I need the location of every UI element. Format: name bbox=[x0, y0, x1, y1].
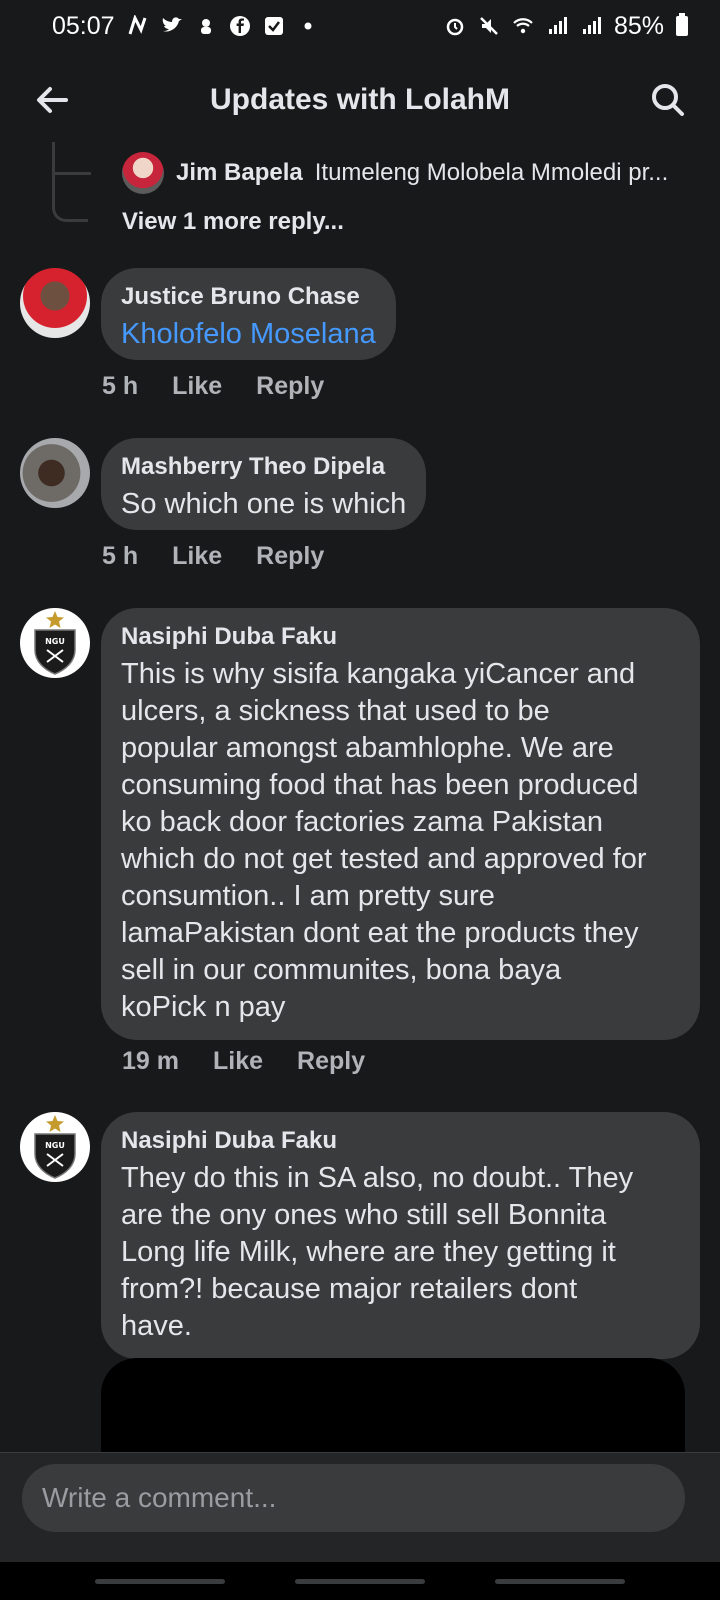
mute-icon bbox=[478, 15, 500, 37]
status-bar: 05:07 85% bbox=[0, 0, 720, 52]
wifi-icon bbox=[512, 15, 534, 37]
ngu-logo-icon: NGU bbox=[34, 611, 76, 675]
page-title: Updates with LolahM bbox=[210, 83, 510, 116]
arrow-left-icon bbox=[37, 87, 68, 113]
comment-time: 5 h bbox=[102, 372, 139, 400]
signal-icon bbox=[580, 15, 602, 37]
nested-reply-author[interactable]: Jim Bapela bbox=[176, 159, 303, 187]
nav-back-pill[interactable] bbox=[495, 1578, 625, 1584]
comment-line: consumtion.. I am pretty sure bbox=[121, 880, 495, 912]
reply-button[interactable]: Reply bbox=[297, 1047, 365, 1076]
comment-text: They do this in SA also, no doubt.. They… bbox=[121, 1160, 680, 1345]
comment-author[interactable]: Nasiphi Duba Faku bbox=[121, 622, 680, 652]
comment-text: This is why sisifa kangaka yiCancer and … bbox=[121, 656, 680, 1026]
comment-line: consuming food that has been produced bbox=[121, 769, 639, 801]
comment-text: So which one is which bbox=[121, 488, 407, 520]
comment-time: 19 m bbox=[122, 1047, 179, 1075]
comment-line: have. bbox=[121, 1310, 192, 1342]
comment-author[interactable]: Mashberry Theo Dipela bbox=[121, 452, 406, 482]
comment-bubble[interactable]: Justice Bruno Chase Kholofelo Moselana bbox=[101, 268, 396, 360]
comment-line: ulcers, a sickness that used to be bbox=[121, 695, 550, 727]
ngu-logo-icon: NGU bbox=[34, 1115, 76, 1179]
nested-reply[interactable]: Jim Bapela Itumeleng Molobela Mmoledi pr… bbox=[122, 152, 696, 194]
svg-text:NGU: NGU bbox=[45, 1141, 65, 1150]
nested-reply-text: Itumeleng Molobela Mmoledi pr... bbox=[314, 159, 669, 186]
like-button[interactable]: Like bbox=[172, 542, 222, 571]
comment-line: popular amongst abamhlophe. We are bbox=[121, 732, 614, 764]
reply-button[interactable]: Reply bbox=[256, 372, 324, 401]
mention-link[interactable]: Kholofelo Moselana bbox=[121, 316, 376, 353]
status-left: 05:07 bbox=[52, 12, 319, 41]
comment-line: They do this in SA also, no doubt.. They bbox=[121, 1162, 634, 1194]
svg-text:NGU: NGU bbox=[45, 637, 65, 646]
comment-actions: 5 h Like Reply bbox=[102, 372, 324, 401]
comment-input[interactable] bbox=[22, 1464, 685, 1532]
comment-line: from?! because major retailers dont bbox=[121, 1273, 578, 1305]
gesture-nav-bar bbox=[0, 1562, 720, 1600]
reply-button[interactable]: Reply bbox=[256, 542, 324, 571]
view-more-replies-link[interactable]: View 1 more reply... bbox=[122, 208, 344, 236]
comment-line: Long life Milk, where are they getting i… bbox=[121, 1236, 616, 1268]
comment-actions: 5 h Like Reply bbox=[102, 542, 324, 571]
like-button[interactable]: Like bbox=[213, 1047, 263, 1076]
alarm-icon bbox=[444, 15, 466, 37]
status-time: 05:07 bbox=[52, 11, 115, 40]
comment-author[interactable]: Justice Bruno Chase bbox=[121, 282, 376, 312]
signal-icon bbox=[546, 15, 568, 37]
comment-line: ko back door factories zama Pakistan bbox=[121, 806, 603, 838]
comment-author[interactable]: Nasiphi Duba Faku bbox=[121, 1126, 680, 1156]
avatar[interactable] bbox=[122, 152, 164, 194]
comment-bubble[interactable]: Nasiphi Duba Faku They do this in SA als… bbox=[101, 1112, 700, 1359]
comment-actions: 19 m Like Reply bbox=[122, 1047, 365, 1076]
comment-line: lamaPakistan dont eat the products they bbox=[121, 917, 639, 949]
facebook-icon bbox=[229, 15, 251, 37]
twitter-icon bbox=[161, 15, 183, 37]
avatar[interactable] bbox=[20, 268, 90, 338]
app-bar: Updates with LolahM bbox=[0, 52, 720, 148]
comment-line: sell in our communites, bona baya bbox=[121, 954, 562, 986]
battery-text: 85% bbox=[613, 11, 664, 40]
avatar[interactable]: NGU bbox=[20, 608, 90, 678]
comment-line: are the ony ones who still sell Bonnita bbox=[121, 1199, 607, 1231]
comment-line: koPick n pay bbox=[121, 991, 286, 1023]
avatar[interactable]: NGU bbox=[20, 1112, 90, 1182]
search-button[interactable] bbox=[644, 76, 692, 124]
search-icon bbox=[652, 84, 684, 116]
mute-icon bbox=[195, 15, 217, 37]
comment-bubble[interactable]: Nasiphi Duba Faku This is why sisifa kan… bbox=[101, 608, 700, 1040]
check-icon bbox=[263, 15, 285, 37]
comment-bubble[interactable]: Mashberry Theo Dipela So which one is wh… bbox=[101, 438, 427, 530]
nav-home-pill[interactable] bbox=[295, 1578, 425, 1584]
status-right: 85% bbox=[444, 12, 688, 41]
nav-recent-pill[interactable] bbox=[95, 1578, 225, 1584]
dot-icon bbox=[297, 15, 319, 37]
comment-time: 5 h bbox=[102, 542, 139, 570]
n-icon bbox=[127, 15, 149, 37]
comment-line: which do not get tested and approved for bbox=[121, 843, 647, 875]
comment-line: This is why sisifa kangaka yiCancer and bbox=[121, 658, 636, 690]
battery-icon bbox=[676, 13, 688, 36]
like-button[interactable]: Like bbox=[172, 372, 222, 401]
back-button[interactable] bbox=[28, 76, 76, 124]
avatar[interactable] bbox=[20, 438, 90, 508]
thread-connector bbox=[52, 142, 91, 222]
